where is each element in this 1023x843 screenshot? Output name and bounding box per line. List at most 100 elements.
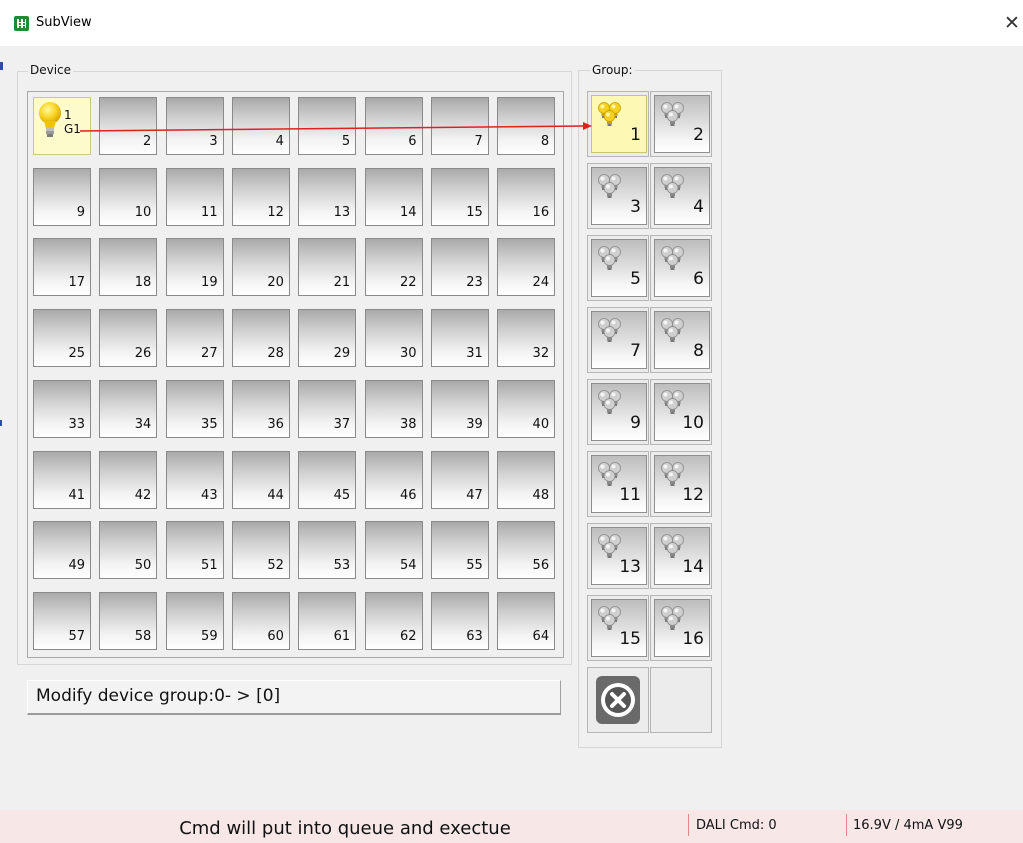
device-button[interactable]: 23 (430, 238, 489, 297)
device-number-label: 48 (532, 487, 550, 503)
device-button[interactable]: 36 (231, 379, 290, 438)
group-button-16[interactable]: 16 (654, 599, 710, 657)
group-button-14[interactable]: 14 (654, 527, 710, 585)
device-button[interactable]: 22 (364, 238, 423, 297)
group-button-7[interactable]: 7 (591, 311, 647, 369)
device-button[interactable]: 11 (165, 167, 224, 226)
device-number-label: 25 (68, 346, 85, 362)
device-button[interactable]: 51 (165, 521, 224, 580)
device-button[interactable]: 4 (231, 97, 290, 155)
device-button[interactable]: 17 (33, 238, 91, 297)
device-button[interactable]: 35 (165, 379, 224, 438)
device-button[interactable]: 56 (497, 521, 556, 580)
device-button[interactable]: 53 (298, 521, 357, 580)
group-button-10[interactable]: 10 (654, 383, 710, 441)
device-button[interactable]: 49 (33, 521, 91, 580)
device-button[interactable]: 45 (298, 450, 357, 509)
device-button[interactable]: 9 (33, 167, 91, 226)
device-button[interactable]: 28 (231, 309, 290, 368)
device-number-label: 53 (333, 558, 351, 574)
device-button[interactable]: 6 (364, 97, 423, 155)
device-button[interactable]: 41 (33, 450, 91, 509)
device-button[interactable]: 50 (99, 521, 158, 580)
group-button-1[interactable]: 1 (591, 95, 647, 153)
group-button-8[interactable]: 8 (654, 311, 710, 369)
device-button-1[interactable]: 1 G1 (33, 97, 91, 155)
device-button[interactable]: 12 (231, 167, 290, 226)
device-button[interactable]: 59 (165, 591, 224, 650)
device-button[interactable]: 61 (298, 591, 357, 650)
device-button[interactable]: 19 (165, 238, 224, 297)
status-separator (688, 814, 689, 836)
device-button[interactable]: 14 (364, 167, 423, 226)
device-button[interactable]: 26 (99, 309, 158, 368)
device-button[interactable]: 37 (298, 379, 357, 438)
device-button[interactable]: 48 (497, 450, 556, 509)
device-button[interactable]: 31 (430, 309, 489, 368)
device-button[interactable]: 47 (430, 450, 489, 509)
group-button-9[interactable]: 9 (591, 383, 647, 441)
device-button[interactable]: 5 (298, 97, 357, 155)
device-button[interactable]: 57 (33, 591, 91, 650)
group-button-6[interactable]: 6 (654, 239, 710, 297)
device-button[interactable]: 20 (231, 238, 290, 297)
device-button[interactable]: 44 (231, 450, 290, 509)
device-button[interactable]: 39 (430, 379, 489, 438)
device-button[interactable]: 15 (430, 167, 489, 226)
device-number-label: 43 (201, 487, 218, 503)
clear-group-button[interactable] (594, 674, 644, 728)
device-number-label: 9 (76, 204, 85, 220)
device-number-label: 22 (399, 275, 417, 291)
device-button[interactable]: 27 (165, 309, 224, 368)
device-button[interactable]: 46 (364, 450, 423, 509)
device-button[interactable]: 42 (99, 450, 158, 509)
group-button-11[interactable]: 11 (591, 455, 647, 513)
device-button[interactable]: 52 (231, 521, 290, 580)
device-button[interactable]: 8 (497, 97, 556, 155)
device-button[interactable]: 25 (33, 309, 91, 368)
device-button[interactable]: 54 (364, 521, 423, 580)
device-button[interactable]: 55 (430, 521, 489, 580)
device-button[interactable]: 33 (33, 379, 91, 438)
device-button[interactable]: 7 (430, 97, 489, 155)
group-button-12[interactable]: 12 (654, 455, 710, 513)
lit-bulb-icon (39, 102, 61, 137)
group-button-5[interactable]: 5 (591, 239, 647, 297)
device-button[interactable]: 30 (364, 309, 423, 368)
group-number-label: 13 (619, 557, 641, 577)
close-icon[interactable]: ✕ (1004, 12, 1020, 34)
device-button[interactable]: 40 (497, 379, 556, 438)
group-button-15[interactable]: 15 (591, 599, 647, 657)
group-number-label: 1 (630, 125, 641, 145)
device-button[interactable]: 10 (99, 167, 158, 226)
group-button-2[interactable]: 2 (654, 95, 710, 153)
device-number-label: 36 (267, 416, 284, 432)
device-number-label: 13 (333, 204, 351, 220)
device-button[interactable]: 2 (99, 97, 158, 155)
device-button[interactable]: 64 (497, 591, 556, 650)
device-number-label: 28 (267, 346, 284, 362)
device-number-label: 62 (399, 628, 417, 644)
device-button[interactable]: 38 (364, 379, 423, 438)
triple-bulb-icon (661, 318, 684, 342)
device-button[interactable]: 60 (231, 591, 290, 650)
device-button[interactable]: 13 (298, 167, 357, 226)
device-button[interactable]: 29 (298, 309, 357, 368)
device-button[interactable]: 21 (298, 238, 357, 297)
device-button[interactable]: 32 (497, 309, 556, 368)
triple-bulb-icon (598, 390, 621, 414)
device-button[interactable]: 24 (497, 238, 556, 297)
device-button[interactable]: 62 (364, 591, 423, 650)
device-button[interactable]: 3 (165, 97, 224, 155)
device-number-label: 17 (68, 275, 85, 291)
device-button[interactable]: 16 (497, 167, 556, 226)
group-button-4[interactable]: 4 (654, 167, 710, 225)
grid-app-icon (14, 16, 29, 31)
group-button-13[interactable]: 13 (591, 527, 647, 585)
group-button-3[interactable]: 3 (591, 167, 647, 225)
device-button[interactable]: 63 (430, 591, 489, 650)
device-button[interactable]: 34 (99, 379, 158, 438)
device-button[interactable]: 58 (99, 591, 158, 650)
device-button[interactable]: 18 (99, 238, 158, 297)
device-button[interactable]: 43 (165, 450, 224, 509)
